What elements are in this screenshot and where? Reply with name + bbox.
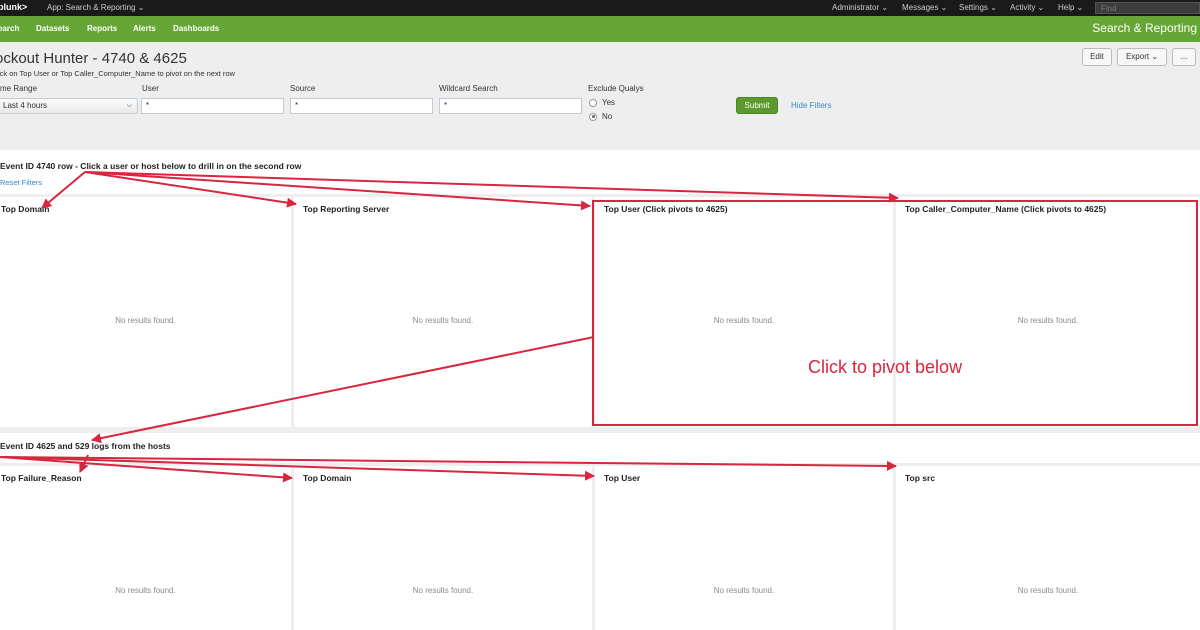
wildcard-search-label: Wildcard Search xyxy=(439,84,498,93)
no-results-message: No results found. xyxy=(713,316,775,325)
settings-menu[interactable]: Settings ⌄ xyxy=(959,3,997,12)
panel-top-user[interactable]: Top User (Click pivots to 4625) No resul… xyxy=(595,197,893,427)
export-button[interactable]: Export ⌄ xyxy=(1117,48,1167,66)
source-input[interactable]: * xyxy=(290,98,433,114)
panel-title: Top Caller_Computer_Name (Click pivots t… xyxy=(905,204,1107,214)
no-results-message: No results found. xyxy=(1017,586,1079,595)
more-actions-button[interactable]: ... xyxy=(1172,48,1196,66)
panel-title: Top User xyxy=(604,473,641,483)
panel-title: Top User (Click pivots to 4625) xyxy=(604,204,728,214)
wildcard-search-input[interactable]: * xyxy=(439,98,582,114)
app-brand: Search & Reporting xyxy=(1092,21,1197,35)
submit-button[interactable]: Submit xyxy=(736,97,778,114)
time-range-select[interactable]: Last 4 hours ⌵ xyxy=(0,98,138,114)
chevron-down-icon: ⌵ xyxy=(126,102,132,109)
radio-unselected-icon[interactable] xyxy=(589,98,597,107)
dashboard-description: ick on Top User or Top Caller_Computer_N… xyxy=(0,69,235,78)
exclude-qualys-no[interactable]: No xyxy=(589,112,612,121)
time-range-value: Last 4 hours xyxy=(3,101,48,110)
exclude-qualys-label: Exclude Qualys xyxy=(588,84,644,93)
annotation-label: Click to pivot below xyxy=(808,357,963,377)
help-menu[interactable]: Help ⌄ xyxy=(1058,3,1083,12)
app-menu[interactable]: App: Search & Reporting ⌄ xyxy=(47,3,144,12)
edit-button[interactable]: Edit xyxy=(1082,48,1112,66)
administrator-menu[interactable]: Administrator ⌄ xyxy=(832,3,888,12)
reset-filters-link[interactable]: Reset Filters xyxy=(0,178,42,187)
find-input[interactable] xyxy=(1095,2,1200,14)
no-results-message: No results found. xyxy=(412,586,474,595)
user-label: User xyxy=(142,84,159,93)
row2-header xyxy=(0,433,1200,463)
time-range-label: me Range xyxy=(0,84,37,93)
panel-top-src: Top src No results found. xyxy=(896,466,1200,630)
hide-filters-link[interactable]: Hide Filters xyxy=(791,101,831,110)
nav-datasets[interactable]: Datasets xyxy=(36,24,69,33)
no-results-message: No results found. xyxy=(115,586,176,595)
row1-header xyxy=(0,150,1200,194)
activity-menu[interactable]: Activity ⌄ xyxy=(1010,3,1044,12)
no-results-message: No results found. xyxy=(412,316,474,325)
nav-dashboards[interactable]: Dashboards xyxy=(173,24,219,33)
row1-title: Event ID 4740 row - Click a user or host… xyxy=(0,161,302,171)
panel-title: Top Domain xyxy=(303,473,352,483)
app-nav-bar: earch Datasets Reports Alerts Dashboards… xyxy=(0,16,1200,42)
panel-top-reporting-server: Top Reporting Server No results found. xyxy=(294,197,592,427)
panel-title: Top Domain xyxy=(1,204,50,214)
panel-title: Top Failure_Reason xyxy=(1,473,82,483)
dashboard-title: ockout Hunter - 4740 & 4625 xyxy=(0,50,187,67)
nav-reports[interactable]: Reports xyxy=(87,24,117,33)
no-results-message: No results found. xyxy=(1017,316,1079,325)
panel-top-user-2: Top User No results found. xyxy=(595,466,893,630)
no-results-message: No results found. xyxy=(713,586,775,595)
no-results-message: No results found. xyxy=(115,316,176,325)
nav-search[interactable]: earch xyxy=(0,24,19,33)
messages-menu[interactable]: Messages ⌄ xyxy=(902,3,947,12)
top-bar: plunk> App: Search & Reporting ⌄ Adminis… xyxy=(0,0,1200,16)
row2-title: Event ID 4625 and 529 logs from the host… xyxy=(0,441,171,451)
panel-top-caller-computer-name[interactable]: Top Caller_Computer_Name (Click pivots t… xyxy=(896,197,1200,427)
panel-top-domain: Top Domain No results found. xyxy=(0,197,291,427)
exclude-qualys-yes[interactable]: Yes xyxy=(589,98,615,107)
panel-title: Top Reporting Server xyxy=(303,204,390,214)
source-label: Source xyxy=(290,84,316,93)
nav-alerts[interactable]: Alerts xyxy=(133,24,156,33)
panel-title: Top src xyxy=(905,473,936,483)
panel-top-failure-reason: Top Failure_Reason No results found. xyxy=(0,466,291,630)
radio-selected-icon[interactable] xyxy=(589,112,597,121)
splunk-logo[interactable]: plunk> xyxy=(0,2,27,12)
panel-top-domain-2: Top Domain No results found. xyxy=(294,466,592,630)
user-input[interactable]: * xyxy=(141,98,284,114)
